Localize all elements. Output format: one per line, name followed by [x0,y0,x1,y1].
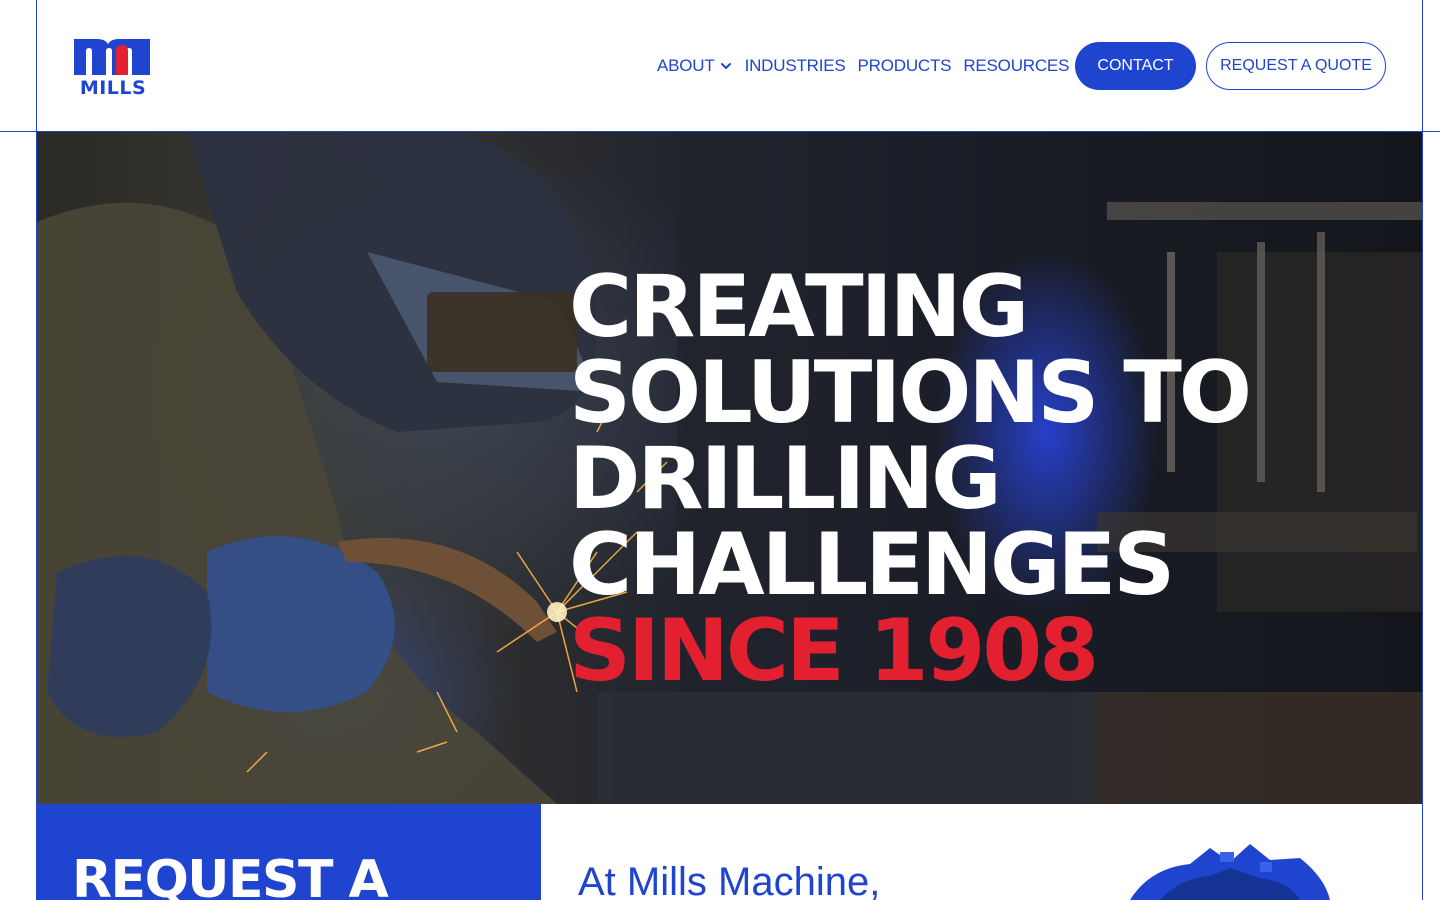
mills-logo-icon [74,39,150,75]
hero-title-line-4: CHALLENGES [569,515,1175,615]
nav-item-industries[interactable]: INDUSTRIES [745,56,846,76]
request-quote-panel-title: REQUEST A [72,850,389,900]
nav-item-resources-label: RESOURCES [963,56,1070,75]
mills-logo[interactable]: MILLS [72,35,154,99]
hero-title-line-2: SOLUTIONS TO [569,343,1252,443]
nav-item-products-label: PRODUCTS [857,56,952,75]
nav-item-about[interactable]: ABOUT [657,56,733,76]
nav-item-resources[interactable]: RESOURCES [963,56,1069,76]
frame-right-line [1422,0,1423,900]
logo-wordmark: MILLS [79,77,147,99]
hero-title: CREATING SOLUTIONS TO DRILLING CHALLENGE… [569,257,1252,701]
hero-title-line-3: DRILLING [569,429,1002,529]
hero-title-line-1: CREATING [569,257,1029,357]
hero-banner: CREATING SOLUTIONS TO DRILLING CHALLENGE… [37,132,1422,804]
chevron-down-icon [720,63,731,69]
nav-item-products[interactable]: PRODUCTS [858,56,952,76]
hero-title-accent: SINCE 1908 [569,601,1099,701]
intro-heading: At Mills Machine, [578,860,881,900]
request-quote-button[interactable]: REQUEST A QUOTE [1206,42,1386,90]
nav-item-industries-label: INDUSTRIES [744,56,846,75]
site-header: MILLS ABOUT INDUSTRIES PRODUCTS RESOURCE… [37,0,1422,131]
contact-button[interactable]: CONTACT [1075,42,1196,90]
main-nav: ABOUT INDUSTRIES PRODUCTS RESOURCES [657,52,1069,80]
drill-bit-icon [1130,844,1330,900]
request-quote-panel[interactable]: REQUEST A [37,804,541,900]
nav-item-about-label: ABOUT [657,56,715,75]
